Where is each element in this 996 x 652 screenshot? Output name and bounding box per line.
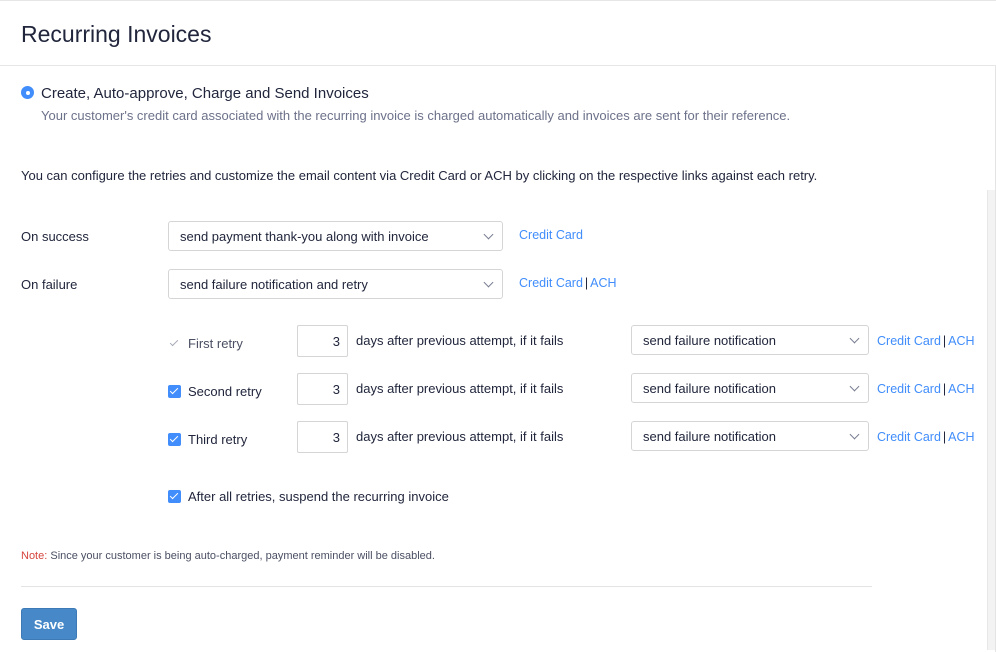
option-title: Create, Auto-approve, Charge and Send In…: [41, 85, 369, 102]
on-failure-select[interactable]: send failure notification and retry: [168, 269, 503, 299]
second-retry-label: Second retry: [188, 384, 262, 399]
vertical-scrollbar[interactable]: [987, 190, 995, 650]
third-retry-action-value: send failure notification: [643, 429, 776, 444]
first-retry-days-text: days after previous attempt, if it fails: [356, 333, 564, 348]
on-success-value: send payment thank-you along with invoic…: [180, 229, 429, 244]
note-label: Note:: [21, 550, 48, 562]
chevron-down-icon: [849, 381, 860, 392]
save-button[interactable]: Save: [21, 608, 77, 640]
option-description: Your customer's credit card associated w…: [41, 108, 791, 123]
recurring-invoices-page: Recurring Invoices Create, Auto-approve,…: [0, 0, 996, 652]
retry-info-text: You can configure the retries and custom…: [21, 168, 818, 183]
chevron-down-icon: [483, 229, 494, 240]
auto-charge-note: Note: Since your customer is being auto-…: [21, 550, 435, 562]
chevron-down-icon: [849, 429, 860, 440]
second-retry-action-value: send failure notification: [643, 381, 776, 396]
second-retry-credit-card-link[interactable]: Credit Card: [877, 382, 941, 396]
page-header: Recurring Invoices: [0, 0, 996, 66]
on-failure-credit-card-link[interactable]: Credit Card: [519, 276, 583, 290]
second-retry-checkbox[interactable]: [168, 385, 181, 398]
second-retry-days-input[interactable]: 3: [297, 373, 348, 405]
first-retry-days-input[interactable]: 3: [297, 325, 348, 357]
on-success-select[interactable]: send payment thank-you along with invoic…: [168, 221, 503, 251]
on-failure-value: send failure notification and retry: [180, 277, 368, 292]
on-success-links: Credit Card: [519, 228, 583, 242]
on-success-credit-card-link[interactable]: Credit Card: [519, 228, 583, 242]
third-retry-credit-card-link[interactable]: Credit Card: [877, 430, 941, 444]
third-retry-label: Third retry: [188, 432, 248, 447]
on-failure-links: Credit Card | ACH: [519, 276, 617, 290]
chevron-down-icon: [849, 333, 860, 344]
second-retry-ach-link[interactable]: ACH: [948, 382, 974, 396]
first-retry-ach-link[interactable]: ACH: [948, 334, 974, 348]
note-text: Since your customer is being auto-charge…: [47, 550, 435, 562]
first-retry-credit-card-link[interactable]: Credit Card: [877, 334, 941, 348]
third-retry-days-text: days after previous attempt, if it fails: [356, 429, 564, 444]
suspend-label: After all retries, suspend the recurring…: [188, 489, 449, 504]
first-retry-label: First retry: [188, 336, 243, 351]
on-failure-label: On failure: [21, 277, 78, 292]
second-retry-links: Credit Card | ACH: [877, 382, 975, 396]
third-retry-days-input[interactable]: 3: [297, 421, 348, 453]
third-retry-action-select[interactable]: send failure notification: [631, 421, 869, 451]
first-retry-action-value: send failure notification: [643, 333, 776, 348]
link-separator: |: [942, 430, 947, 444]
chevron-down-icon: [483, 277, 494, 288]
link-separator: |: [942, 382, 947, 396]
link-separator: |: [942, 334, 947, 348]
second-retry-action-select[interactable]: send failure notification: [631, 373, 869, 403]
page-title: Recurring Invoices: [21, 21, 212, 47]
suspend-checkbox[interactable]: [168, 490, 181, 503]
first-retry-checkbox[interactable]: [168, 337, 181, 350]
third-retry-links: Credit Card | ACH: [877, 430, 975, 444]
footer-divider: [21, 586, 872, 587]
on-success-label: On success: [21, 229, 89, 244]
link-separator: |: [584, 276, 589, 290]
third-retry-checkbox[interactable]: [168, 433, 181, 446]
third-retry-ach-link[interactable]: ACH: [948, 430, 974, 444]
on-failure-ach-link[interactable]: ACH: [590, 276, 616, 290]
first-retry-action-select[interactable]: send failure notification: [631, 325, 869, 355]
radio-selected-icon[interactable]: [21, 86, 34, 99]
second-retry-days-text: days after previous attempt, if it fails: [356, 381, 564, 396]
first-retry-links: Credit Card | ACH: [877, 334, 975, 348]
